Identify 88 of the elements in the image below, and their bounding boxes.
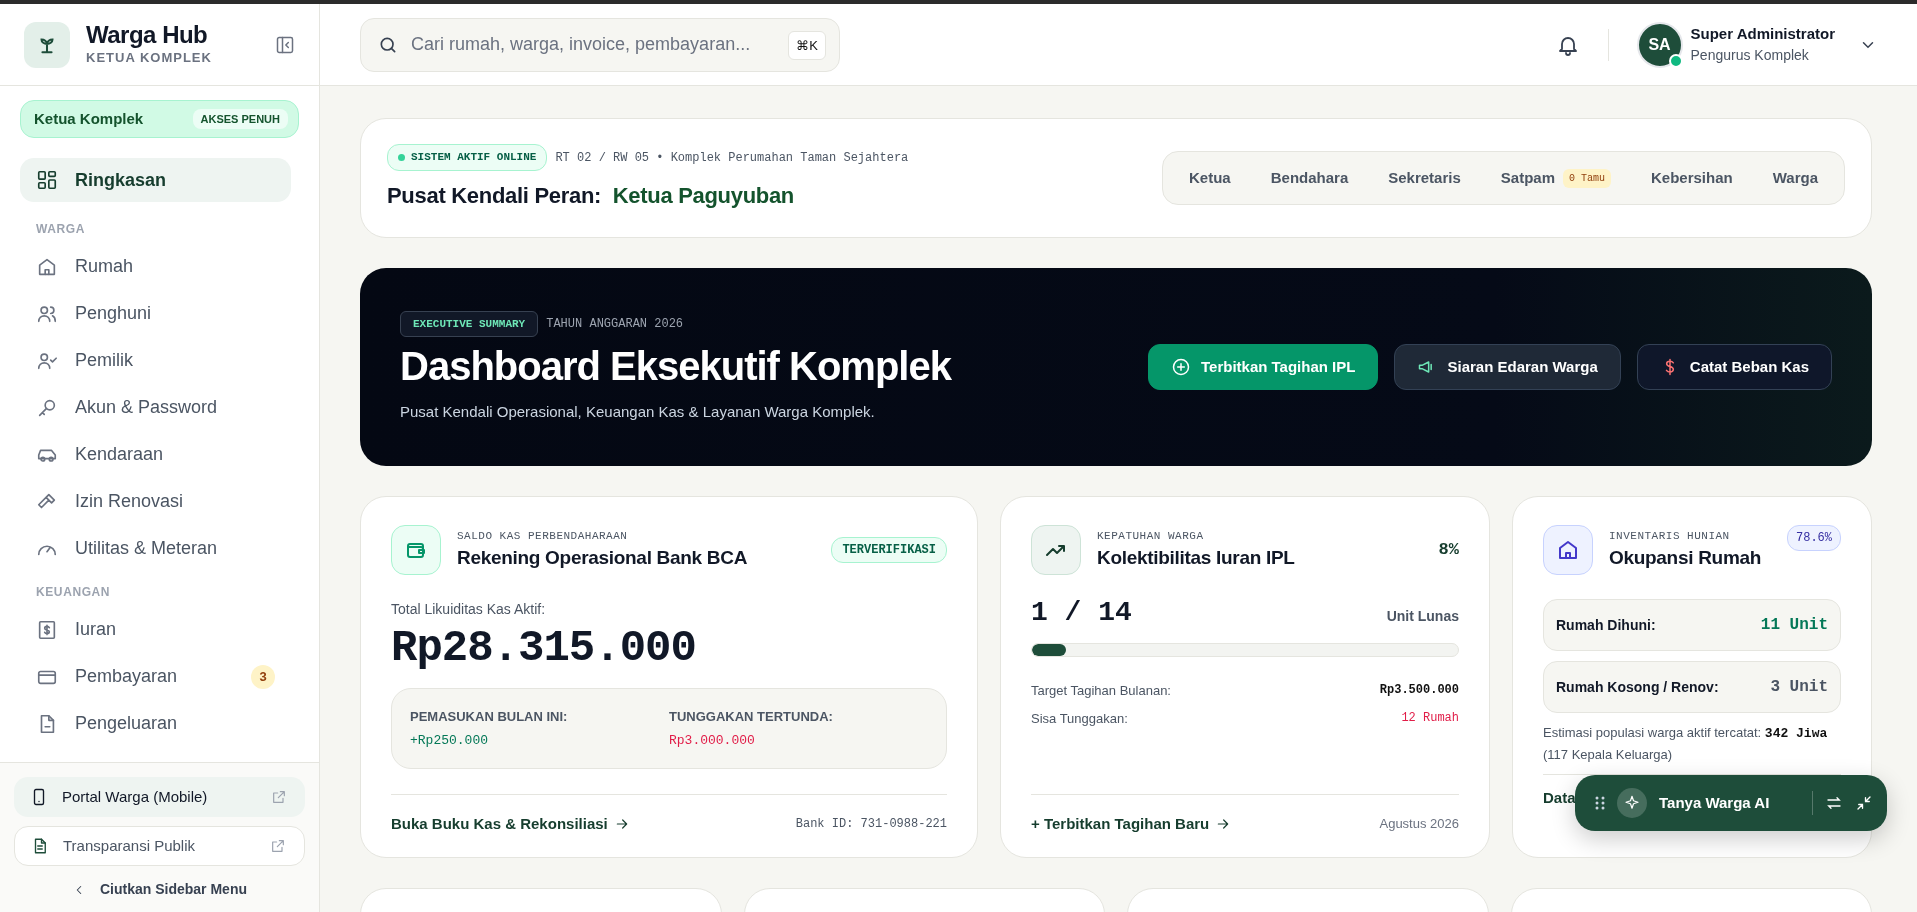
- sidebar-item[interactable]: Akun & Password: [20, 385, 291, 430]
- drag-handle-icon[interactable]: [1595, 795, 1605, 811]
- banner-title: Dashboard Eksekutif Komplek: [400, 343, 951, 389]
- sidebar-item[interactable]: Iuran: [20, 607, 291, 652]
- row-value: 12 Rumah: [1401, 709, 1459, 727]
- banner-subtitle: Pusat Kendali Operasional, Keuangan Kas & Layanan Warga Komplek.: [400, 402, 876, 422]
- user-name: Super Administrator: [1690, 23, 1835, 44]
- role-tab[interactable]: Kebersihan: [1633, 158, 1751, 198]
- population-note: Estimasi populasi warga aktif tercatat: 342 Jiwa (117 Kepala Keluarga): [1543, 724, 1829, 764]
- sidebar-item[interactable]: Pembayaran 3: [20, 654, 291, 699]
- swap-icon[interactable]: [1825, 794, 1843, 812]
- stat-label: PEMASUKAN BULAN INI:: [410, 708, 569, 727]
- stat-label: TUNGGAKAN TERTUNDA:: [669, 708, 834, 727]
- card-link[interactable]: + Terbitkan Tagihan Baru: [1031, 812, 1232, 835]
- sidebar-link[interactable]: Portal Warga (Mobile): [14, 777, 305, 817]
- stat-label: Rumah Dihuni:: [1556, 615, 1656, 635]
- stat-value: +Rp250.000: [410, 731, 489, 750]
- sidebar-item[interactable]: Utilitas & Meteran: [20, 526, 291, 571]
- location-text: RT 02 / RW 05 • Komplek Perumahan Taman Sejahtera: [555, 149, 909, 167]
- shortcut-key: ⌘K: [788, 30, 826, 60]
- role-tab[interactable]: Bendahara: [1252, 158, 1367, 198]
- stat-value: Rp3.000.000: [669, 731, 756, 750]
- access-badge: AKSES PENUH: [192, 108, 288, 130]
- role-tab[interactable]: Sekretaris: [1370, 158, 1479, 198]
- section-heading: KEUANGAN: [35, 584, 112, 601]
- minimize-icon[interactable]: [1855, 794, 1873, 812]
- guest-count-badge: 0 Tamu: [1563, 168, 1611, 188]
- stat-value: 3 Unit: [1770, 677, 1828, 698]
- billing-period: Agustus 2026: [1379, 815, 1459, 833]
- house-icon: [1543, 525, 1593, 575]
- section-heading: WARGA: [35, 221, 86, 238]
- action-button[interactable]: Siaran Edaran Warga: [1394, 344, 1621, 390]
- panel-title: Pusat Kendali Peran: Ketua Paguyuban: [387, 181, 795, 210]
- paid-label: Unit Lunas: [1386, 607, 1459, 626]
- verified-badge: TERVERIFIKASI: [831, 537, 947, 563]
- user-avatar[interactable]: SA: [1636, 21, 1683, 68]
- sidebar-item[interactable]: Kendaraan: [20, 432, 291, 477]
- occupancy-badge: 78.6%: [1787, 525, 1841, 551]
- sidebar-item[interactable]: Ringkasan: [20, 158, 291, 202]
- card-eyebrow: INVENTARIS HUNIAN: [1609, 528, 1731, 544]
- role-tab[interactable]: Ketua: [1171, 158, 1249, 198]
- sidebar-item[interactable]: Penghuni: [20, 291, 291, 336]
- sidebar-toggle-icon[interactable]: [275, 34, 295, 55]
- sidebar-item[interactable]: Rumah: [20, 244, 291, 289]
- total-label: Total Likuiditas Kas Aktif:: [391, 600, 547, 619]
- fiscal-year: TAHUN ANGGARAN 2026: [546, 315, 684, 333]
- paid-count: 1 / 14: [1031, 599, 1132, 627]
- assistant-widget[interactable]: Tanya Warga AI: [1575, 775, 1887, 831]
- stat-label: Rumah Kosong / Renov:: [1556, 677, 1719, 697]
- sidebar-link[interactable]: Transparansi Publik: [14, 826, 305, 866]
- stat-value: 11 Unit: [1760, 615, 1828, 636]
- sparkle-icon: [1617, 788, 1647, 818]
- role-tab[interactable]: Satpam 0 Tamu: [1482, 158, 1629, 198]
- cash-total: Rp28.315.000: [391, 624, 697, 673]
- action-button[interactable]: Terbitkan Tagihan IPL: [1148, 344, 1379, 390]
- row-label: Sisa Tunggakan:: [1031, 709, 1128, 728]
- row-value: Rp3.500.000: [1379, 682, 1459, 699]
- role-tab[interactable]: Warga: [1754, 158, 1836, 198]
- user-role: Pengurus Komplek: [1690, 46, 1810, 66]
- action-button[interactable]: Catat Beban Kas: [1636, 344, 1832, 390]
- card-eyebrow: SALDO KAS PERBENDAHARAAN: [457, 528, 629, 544]
- count-badge: 3: [251, 664, 275, 689]
- role-chip-label: Ketua Komplek: [34, 108, 144, 129]
- collapse-sidebar-button[interactable]: Ciutkan Sidebar Menu: [14, 875, 305, 904]
- summary-tag: EXECUTIVE SUMMARY: [400, 310, 539, 337]
- trend-up-icon: [1031, 525, 1081, 575]
- bank-id: Bank ID: 731-0988-221: [795, 815, 947, 833]
- sidebar-item[interactable]: Pemilik: [20, 338, 291, 383]
- external-link-icon: [271, 789, 287, 805]
- plus-circle-icon: [1171, 357, 1191, 377]
- card-title: Kolektibilitas Iuran IPL: [1097, 546, 1296, 570]
- grid-icon: [36, 169, 58, 191]
- sidebar-item[interactable]: Pengeluaran: [20, 701, 291, 746]
- receipt-icon: [36, 618, 58, 641]
- sidebar-item[interactable]: Izin Renovasi: [20, 479, 291, 524]
- card-link[interactable]: Buka Buku Kas & Rekonsiliasi: [391, 812, 630, 835]
- assistant-label: Tanya Warga AI: [1659, 792, 1770, 813]
- app-subtitle: KETUA KOMPLEK: [86, 48, 213, 67]
- wallet-icon: [391, 525, 441, 575]
- external-link-icon: [270, 838, 286, 854]
- row-label: Target Tagihan Bulanan:: [1031, 682, 1171, 700]
- card-eyebrow: KEPATUHAN WARGA: [1097, 528, 1205, 544]
- collection-percent: 8%: [1438, 539, 1459, 562]
- card-title: Rekening Operasional Bank BCA: [457, 546, 749, 570]
- status-badge: SISTEM AKTIF ONLINE: [387, 144, 548, 171]
- app-name: Warga Hub: [86, 21, 209, 48]
- card-title: Okupansi Rumah: [1609, 546, 1763, 570]
- card-link[interactable]: Data: [1543, 786, 1576, 810]
